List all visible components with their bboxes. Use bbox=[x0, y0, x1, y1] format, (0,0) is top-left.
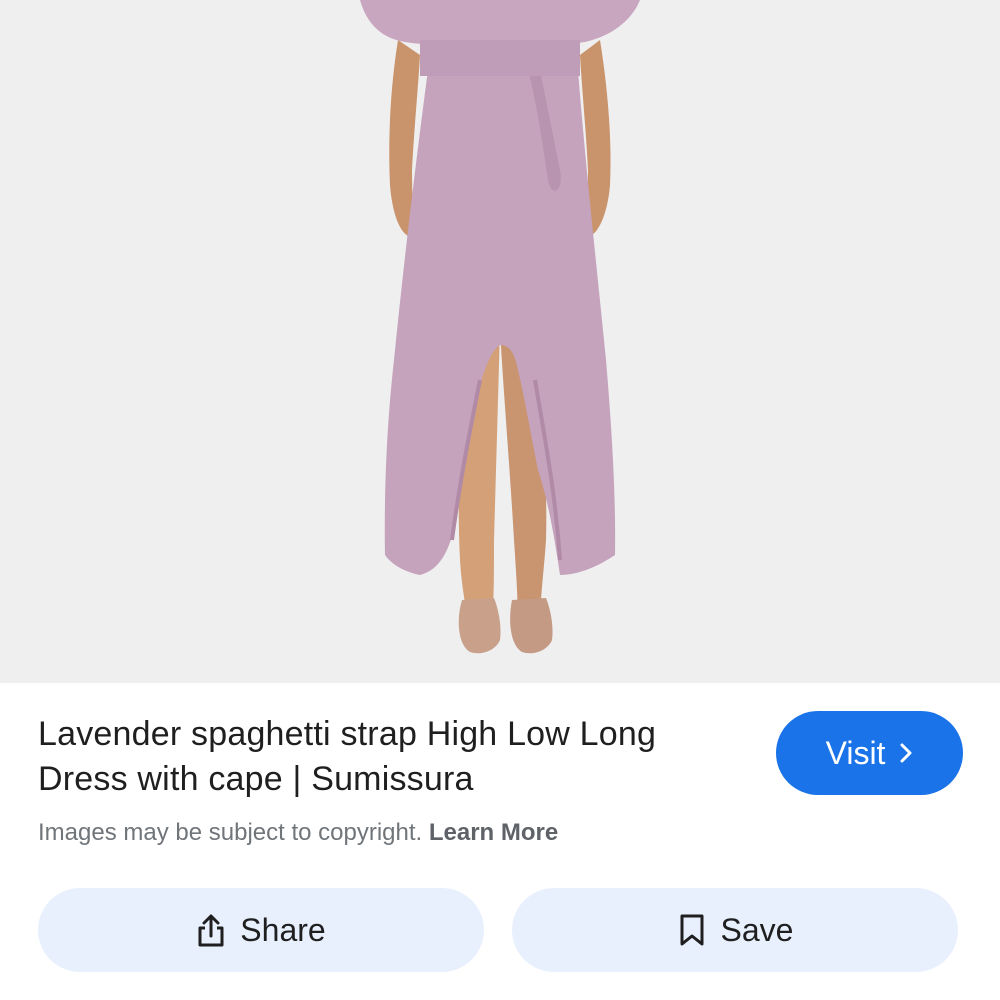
product-image[interactable] bbox=[0, 0, 1000, 683]
dress-illustration bbox=[360, 0, 640, 654]
chevron-right-icon bbox=[899, 742, 913, 764]
save-button[interactable]: Save bbox=[512, 888, 958, 972]
left-shoe bbox=[458, 598, 501, 654]
dress-skirt bbox=[384, 70, 616, 575]
right-shoe bbox=[510, 598, 553, 654]
save-label: Save bbox=[720, 911, 794, 948]
visit-button[interactable]: Visit bbox=[776, 711, 963, 795]
result-title[interactable]: Lavender spaghetti strap High Low Long D… bbox=[38, 712, 738, 802]
learn-more-link[interactable]: Learn More bbox=[429, 819, 558, 846]
share-label: Share bbox=[240, 911, 326, 948]
copyright-notice: Images may be subject to copyright. Lear… bbox=[38, 818, 558, 848]
share-icon bbox=[196, 912, 226, 948]
copyright-text: Images may be subject to copyright. bbox=[38, 819, 423, 846]
dress-bodice bbox=[420, 40, 580, 76]
visit-label: Visit bbox=[825, 734, 886, 771]
share-button[interactable]: Share bbox=[38, 888, 484, 972]
dress-cape bbox=[360, 0, 640, 46]
bookmark-icon bbox=[677, 912, 707, 948]
